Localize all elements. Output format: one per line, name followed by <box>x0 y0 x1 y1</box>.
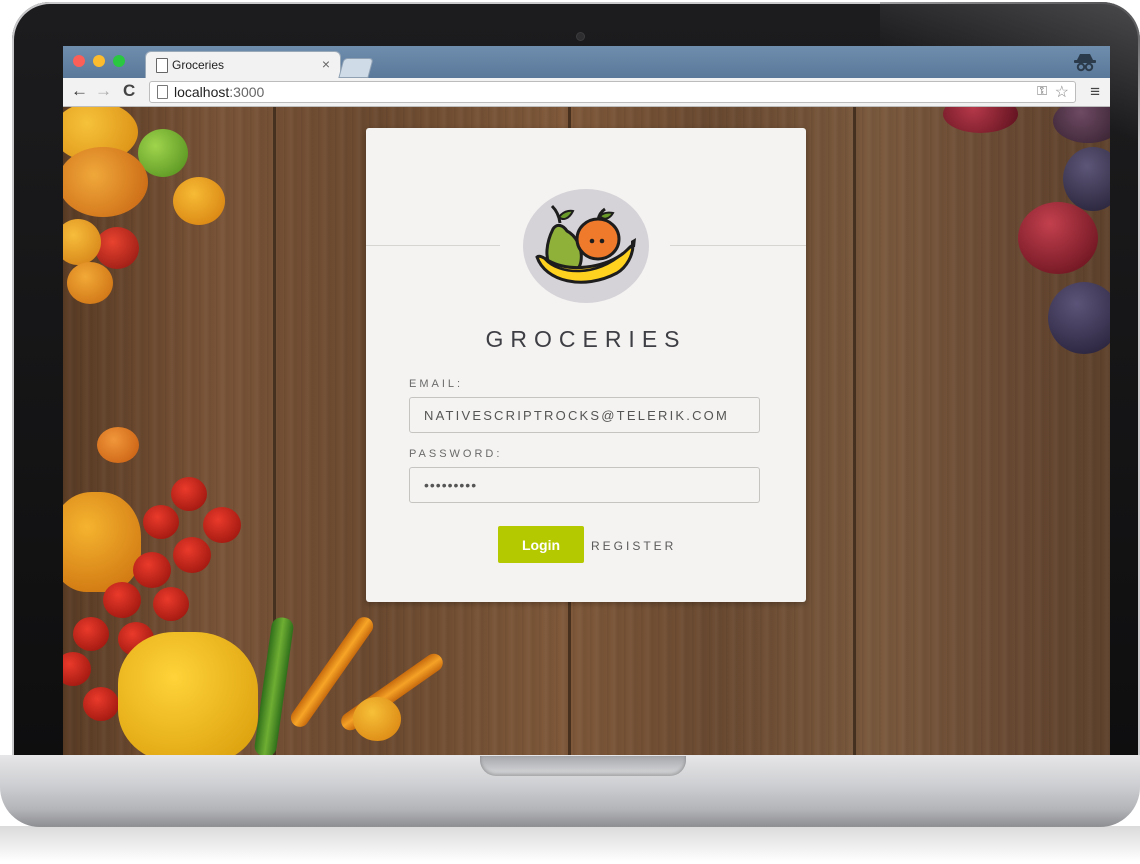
forward-button[interactable]: → <box>95 81 112 101</box>
cherry-tomato-image <box>133 552 171 588</box>
cherry-tomato-image <box>173 537 211 573</box>
key-icon[interactable]: ⚿ <box>1037 83 1047 99</box>
laptop-lid-notch <box>480 756 686 776</box>
url-text: localhost:3000 <box>174 84 264 100</box>
login-card: GROCERIES EMAIL: PASSWORD: Login REGISTE… <box>366 128 806 602</box>
login-button[interactable]: Login <box>498 526 584 563</box>
app-title: GROCERIES <box>485 326 687 352</box>
incognito-icon <box>1074 54 1096 72</box>
tab-close-icon[interactable]: × <box>322 56 330 72</box>
maximize-window-button[interactable] <box>113 55 125 67</box>
yellow-tomato-image <box>173 177 225 225</box>
yellow-bell-pepper-image <box>118 632 258 756</box>
email-label: EMAIL: <box>409 378 464 390</box>
plum-image <box>1048 282 1110 354</box>
register-link[interactable]: REGISTER <box>591 539 676 553</box>
password-field[interactable] <box>409 467 760 503</box>
yellow-tomato-image <box>353 697 401 741</box>
back-button[interactable]: ← <box>71 81 88 101</box>
cherry-tomato-image <box>73 617 109 651</box>
orange-pepper-image <box>63 492 141 592</box>
password-label: PASSWORD: <box>409 448 503 460</box>
browser-toolbar: ← → C localhost:3000 ⚿ ☆ ≡ <box>63 78 1110 107</box>
orange-tomato-image <box>67 262 113 304</box>
page-background: GROCERIES EMAIL: PASSWORD: Login REGISTE… <box>63 107 1110 756</box>
orange-pepper-image <box>63 147 148 217</box>
address-bar[interactable]: localhost:3000 ⚿ ☆ <box>149 81 1076 103</box>
minimize-window-button[interactable] <box>93 55 105 67</box>
red-tomato-image <box>95 227 139 269</box>
green-chili-image <box>253 616 295 756</box>
cherry-tomato-image <box>171 477 207 511</box>
fruit-basket-icon <box>535 204 636 284</box>
tab-strip: Groceries × <box>63 46 1110 79</box>
reload-button[interactable]: C <box>123 81 135 101</box>
divider-line <box>670 245 806 246</box>
plum-image <box>943 107 1018 133</box>
cherry-tomato-image <box>143 505 179 539</box>
laptop-shadow <box>0 826 1140 862</box>
wood-plank-seam <box>853 107 856 756</box>
cherry-tomato-image <box>203 507 241 543</box>
cherry-tomato-image <box>83 687 119 721</box>
url-port: :3000 <box>229 84 265 100</box>
cherry-tomato-image <box>103 582 141 618</box>
tab-groceries[interactable]: Groceries × <box>145 51 341 79</box>
webcam-icon <box>577 33 584 40</box>
divider-line <box>366 245 500 246</box>
plum-image <box>1063 147 1110 211</box>
menu-icon[interactable]: ≡ <box>1090 82 1100 102</box>
browser-window: Groceries × ← → C localhost:3000 ⚿ ☆ ≡ G… <box>63 46 1110 756</box>
yellow-tomato-image <box>63 219 101 265</box>
plum-image <box>1018 202 1098 274</box>
tab-title: Groceries <box>172 58 225 72</box>
groceries-logo <box>523 189 649 303</box>
email-field[interactable] <box>409 397 760 433</box>
page-icon <box>157 85 168 99</box>
orange-tomato-image <box>97 427 139 463</box>
new-tab-button[interactable] <box>338 58 374 78</box>
plum-image <box>1053 107 1110 143</box>
url-host: localhost <box>174 84 230 100</box>
cherry-tomato-image <box>63 652 91 686</box>
cherry-tomato-image <box>153 587 189 621</box>
bookmark-star-icon[interactable]: ☆ <box>1055 82 1069 102</box>
page-icon <box>156 58 168 73</box>
close-window-button[interactable] <box>73 55 85 67</box>
